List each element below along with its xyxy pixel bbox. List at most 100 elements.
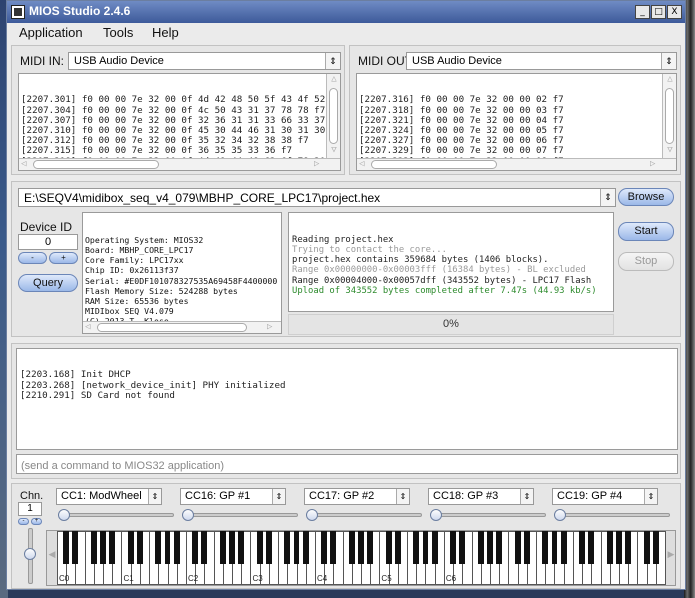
midi-in-vscroll-thumb[interactable] <box>329 88 338 144</box>
piano-black-key[interactable] <box>523 531 530 564</box>
midi-in-hscroll-thumb[interactable] <box>33 160 159 169</box>
piano-black-key[interactable] <box>615 531 622 564</box>
midi-out-log[interactable]: [2207.316] f0 00 00 7e 32 00 00 02 f7 [22… <box>356 73 677 171</box>
cc-slider-knob-4[interactable] <box>430 509 442 521</box>
piano-black-key[interactable] <box>459 531 466 564</box>
cc-slider-5[interactable] <box>554 513 670 517</box>
scroll-right-icon[interactable]: ▷ <box>650 159 655 169</box>
piano-black-key[interactable] <box>164 531 171 564</box>
keyboard-scroll-left-icon[interactable]: ◀ <box>48 549 56 560</box>
piano-black-key[interactable] <box>551 531 558 564</box>
command-input[interactable]: (send a command to MIOS32 application) <box>16 454 678 474</box>
scroll-right-icon[interactable]: ▷ <box>267 322 272 332</box>
scroll-up-icon[interactable]: △ <box>329 74 339 84</box>
piano-black-key[interactable] <box>219 531 226 564</box>
piano-black-key[interactable] <box>643 531 650 564</box>
piano-black-key[interactable] <box>606 531 613 564</box>
piano-black-key[interactable] <box>422 531 429 564</box>
piano-black-key[interactable] <box>238 531 245 564</box>
cc-select-4[interactable]: CC18: GP #3 ⇕ <box>428 488 534 505</box>
piano-black-key[interactable] <box>588 531 595 564</box>
midi-out-vscroll-thumb[interactable] <box>665 88 674 144</box>
piano-black-key[interactable] <box>413 531 420 564</box>
scroll-left-icon[interactable]: ◁ <box>85 322 90 332</box>
cc-select-1[interactable]: CC1: ModWheel ⇕ <box>56 488 162 505</box>
device-id-decrement-button[interactable]: - <box>18 252 47 264</box>
core-info-box[interactable]: Operating System: MIOS32 Board: MBHP_CORE… <box>82 212 282 334</box>
menu-help[interactable]: Help <box>152 25 179 40</box>
cc-slider-knob-2[interactable] <box>182 509 194 521</box>
start-button[interactable]: Start <box>618 222 674 241</box>
piano-black-key[interactable] <box>367 531 374 564</box>
browse-button[interactable]: Browse <box>618 188 674 206</box>
piano-black-key[interactable] <box>560 531 567 564</box>
midi-out-hscrollbar[interactable]: ◁ ▷ <box>357 158 676 170</box>
hex-file-path[interactable]: E:\SEQV4\midibox_seq_v4_079\MBHP_CORE_LP… <box>18 188 616 207</box>
channel-increment-button[interactable]: + <box>31 518 42 525</box>
piano-black-key[interactable] <box>302 531 309 564</box>
piano-black-key[interactable] <box>72 531 79 564</box>
piano-black-key[interactable] <box>201 531 208 564</box>
piano-black-key[interactable] <box>625 531 632 564</box>
piano-black-key[interactable] <box>109 531 116 564</box>
midi-in-hscrollbar[interactable]: ◁ ▷ <box>19 158 340 170</box>
piano-black-key[interactable] <box>293 531 300 564</box>
piano-black-key[interactable] <box>385 531 392 564</box>
scroll-left-icon[interactable]: ◁ <box>21 159 26 169</box>
scroll-left-icon[interactable]: ◁ <box>359 159 364 169</box>
cc-slider-3[interactable] <box>306 513 422 517</box>
cc-select-5[interactable]: CC19: GP #4 ⇕ <box>552 488 658 505</box>
query-button[interactable]: Query <box>18 274 78 292</box>
piano-black-key[interactable] <box>358 531 364 564</box>
piano-black-key[interactable] <box>394 531 401 564</box>
piano-black-key[interactable] <box>579 531 586 564</box>
piano-black-key[interactable] <box>229 531 235 564</box>
piano-black-key[interactable] <box>321 531 328 564</box>
piano-black-key[interactable] <box>477 531 484 564</box>
piano-black-key[interactable] <box>348 531 355 564</box>
piano-black-key[interactable] <box>192 531 199 564</box>
piano-black-key[interactable] <box>90 531 97 564</box>
cc-slider-1[interactable] <box>58 513 174 517</box>
cc-slider-2[interactable] <box>182 513 298 517</box>
piano-black-key[interactable] <box>63 531 70 564</box>
piano-black-key[interactable] <box>173 531 180 564</box>
stop-button[interactable]: Stop <box>618 252 674 271</box>
scroll-down-icon[interactable]: ▽ <box>665 145 675 155</box>
piano-black-key[interactable] <box>496 531 503 564</box>
piano-black-key[interactable] <box>100 531 106 564</box>
cc-slider-4[interactable] <box>430 513 546 517</box>
maximize-button[interactable]: □ <box>651 5 666 19</box>
midi-out-hscroll-thumb[interactable] <box>371 160 497 169</box>
midi-in-log[interactable]: [2207.301] f0 00 00 7e 32 00 0f 4d 42 48… <box>18 73 341 171</box>
midi-in-device-select[interactable]: USB Audio Device ⇕ <box>68 52 341 70</box>
cc-select-3[interactable]: CC17: GP #2 ⇕ <box>304 488 410 505</box>
menu-tools[interactable]: Tools <box>103 25 133 40</box>
midi-out-device-select[interactable]: USB Audio Device ⇕ <box>406 52 677 70</box>
piano-black-key[interactable] <box>155 531 162 564</box>
midi-in-vscrollbar[interactable]: △ ▽ <box>326 74 340 158</box>
core-info-hscrollbar[interactable]: ◁ ▷ <box>83 321 281 333</box>
cc-slider-knob-5[interactable] <box>554 509 566 521</box>
piano-black-key[interactable] <box>487 531 493 564</box>
terminal-log[interactable]: [2203.168] Init DHCP [2203.268] [network_… <box>16 348 678 450</box>
channel-decrement-button[interactable]: - <box>18 518 29 525</box>
core-info-hscroll-thumb[interactable] <box>97 323 247 332</box>
piano-black-key[interactable] <box>652 531 659 564</box>
close-button[interactable]: X <box>667 5 682 19</box>
cc-slider-knob-1[interactable] <box>58 509 70 521</box>
upload-status-log[interactable]: Reading project.hex Trying to contact the… <box>288 212 614 312</box>
piano-black-key[interactable] <box>330 531 337 564</box>
scroll-right-icon[interactable]: ▷ <box>314 159 319 169</box>
cc-slider-knob-3[interactable] <box>306 509 318 521</box>
piano-black-key[interactable] <box>431 531 438 564</box>
device-id-increment-button[interactable]: + <box>49 252 78 264</box>
title-bar[interactable]: MIOS Studio 2.4.6 _ □ X <box>7 1 685 23</box>
scroll-up-icon[interactable]: △ <box>665 74 675 84</box>
piano-black-key[interactable] <box>265 531 272 564</box>
piano-black-key[interactable] <box>542 531 549 564</box>
piano-black-key[interactable] <box>256 531 263 564</box>
channel-field[interactable]: 1 <box>18 502 42 516</box>
midi-out-vscrollbar[interactable]: △ ▽ <box>662 74 676 158</box>
piano-black-key[interactable] <box>127 531 134 564</box>
